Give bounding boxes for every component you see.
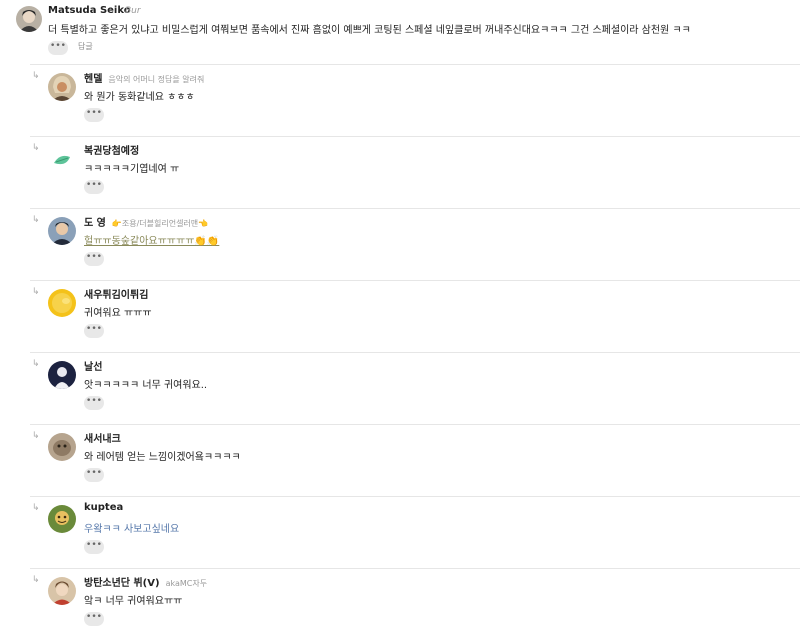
reply-text: 귀여워요 ㅠㅠㅠ [84,308,152,319]
avatar[interactable] [48,289,76,317]
more-options-button[interactable]: ••• [84,396,104,410]
avatar[interactable] [48,361,76,389]
more-options-button[interactable]: ••• [84,612,104,626]
reply-arrow-icon: ↳ [32,431,40,441]
author-name[interactable]: kuptea [84,502,129,513]
reply-text: ㅋㅋㅋㅋㅋ기엽네여 ㅠ [84,164,180,175]
reply-item: ↳ 도 영 👉조용/더블힐리언셀러맨👈 헐ㅠㅠ동숲같아요ㅠㅠㅠㅠ👏👏 ••• [30,208,800,281]
more-options-button[interactable]: ••• [48,41,68,55]
reply-item: ↳ 방탄소년단 뷔(V) akaMC자두 앜ㅋ 너무 귀여워요ㅠㅠ ••• [30,568,800,641]
author-badge: 👉조용/더블힐리언셀러맨👈 [111,219,209,228]
avatar[interactable] [48,433,76,461]
reply-text: 앗ㅋㅋㅋㅋㅋ 너무 귀여워요.. [84,380,208,391]
avatar[interactable] [48,73,76,101]
author-badge: 음악의 어머니 정답을 알려줘 [108,75,205,84]
reply-item: ↳ 새서내크 와 레어템 얻는 느낌이겠어욬ㅋㅋㅋㅋ ••• [30,424,800,497]
reply-item: ↳ 헨델 음악의 어머니 정답을 알려줘 와 뭔가 동화같네요 ㅎㅎㅎ ••• [30,64,800,137]
reply-arrow-icon: ↳ [32,575,40,585]
reply-arrow-icon: ↳ [32,503,40,513]
avatar[interactable] [48,217,76,245]
author-name[interactable]: 도 영 👉조용/더블힐리언셀러맨👈 [84,214,208,229]
reply-text: 우왘ㅋㅋ 사보고싶네요 [84,524,180,535]
main-comment: Matsuda Seiko Bur 더 특별하고 좋은거 있냐고 비밀스럽게 여… [0,0,800,64]
reply-arrow-icon: ↳ [32,359,40,369]
reply-item: ↳ 복권당첨예정 ㅋㅋㅋㅋㅋ기엽네여 ㅠ ••• [30,136,800,209]
avatar[interactable] [48,145,76,173]
reply-text: 앜ㅋ 너무 귀여워요ㅠㅠ [84,596,183,607]
more-options-button[interactable]: ••• [84,252,104,266]
author-badge: akaMC자두 [165,579,208,588]
more-options-button[interactable]: ••• [84,180,104,194]
author-badge: Bur [125,6,141,16]
reply-arrow-icon: ↳ [32,215,40,225]
reply-arrow-icon: ↳ [32,287,40,297]
avatar[interactable] [16,6,42,32]
author-name[interactable]: 헨델 음악의 어머니 정답을 알려줘 [84,70,204,85]
more-options-button[interactable]: ••• [84,324,104,338]
comment-text: 더 특별하고 좋은거 있냐고 비밀스럽게 여쭤보면 품속에서 진짜 흠없이 예쁘… [48,25,691,36]
reply-arrow-icon: ↳ [32,143,40,153]
reply-text: 와 레어템 얻는 느낌이겠어욬ㅋㅋㅋㅋ [84,452,241,463]
avatar[interactable] [48,577,76,605]
reply-item: ↳ kuptea 우왘ㅋㅋ 사보고싶네요 ••• [30,496,800,569]
more-options-button[interactable]: ••• [84,108,104,122]
author-name[interactable]: 새서내크 [84,430,127,445]
reply-text: 와 뭔가 동화같네요 ㅎㅎㅎ [84,92,195,103]
reply-button[interactable]: 답글 [78,41,93,52]
author-name[interactable]: 복권당첨예정 [84,142,145,157]
author-name[interactable]: 새우튀김이튀김 [84,286,154,301]
more-options-button[interactable]: ••• [84,540,104,554]
avatar[interactable] [48,505,76,533]
reply-arrow-icon: ↳ [32,71,40,81]
reply-item: ↳ 날선 앗ㅋㅋㅋㅋㅋ 너무 귀여워요.. ••• [30,352,800,425]
reply-item: ↳ 새우튀김이튀김 귀여워요 ㅠㅠㅠ ••• [30,280,800,353]
more-options-button[interactable]: ••• [84,468,104,482]
author-name[interactable]: 날선 [84,358,108,373]
reply-text: 헐ㅠㅠ동숲같아요ㅠㅠㅠㅠ👏👏 [84,236,220,247]
author-name[interactable]: Matsuda Seiko [48,5,131,16]
author-name[interactable]: 방탄소년단 뷔(V) akaMC자두 [84,574,207,589]
